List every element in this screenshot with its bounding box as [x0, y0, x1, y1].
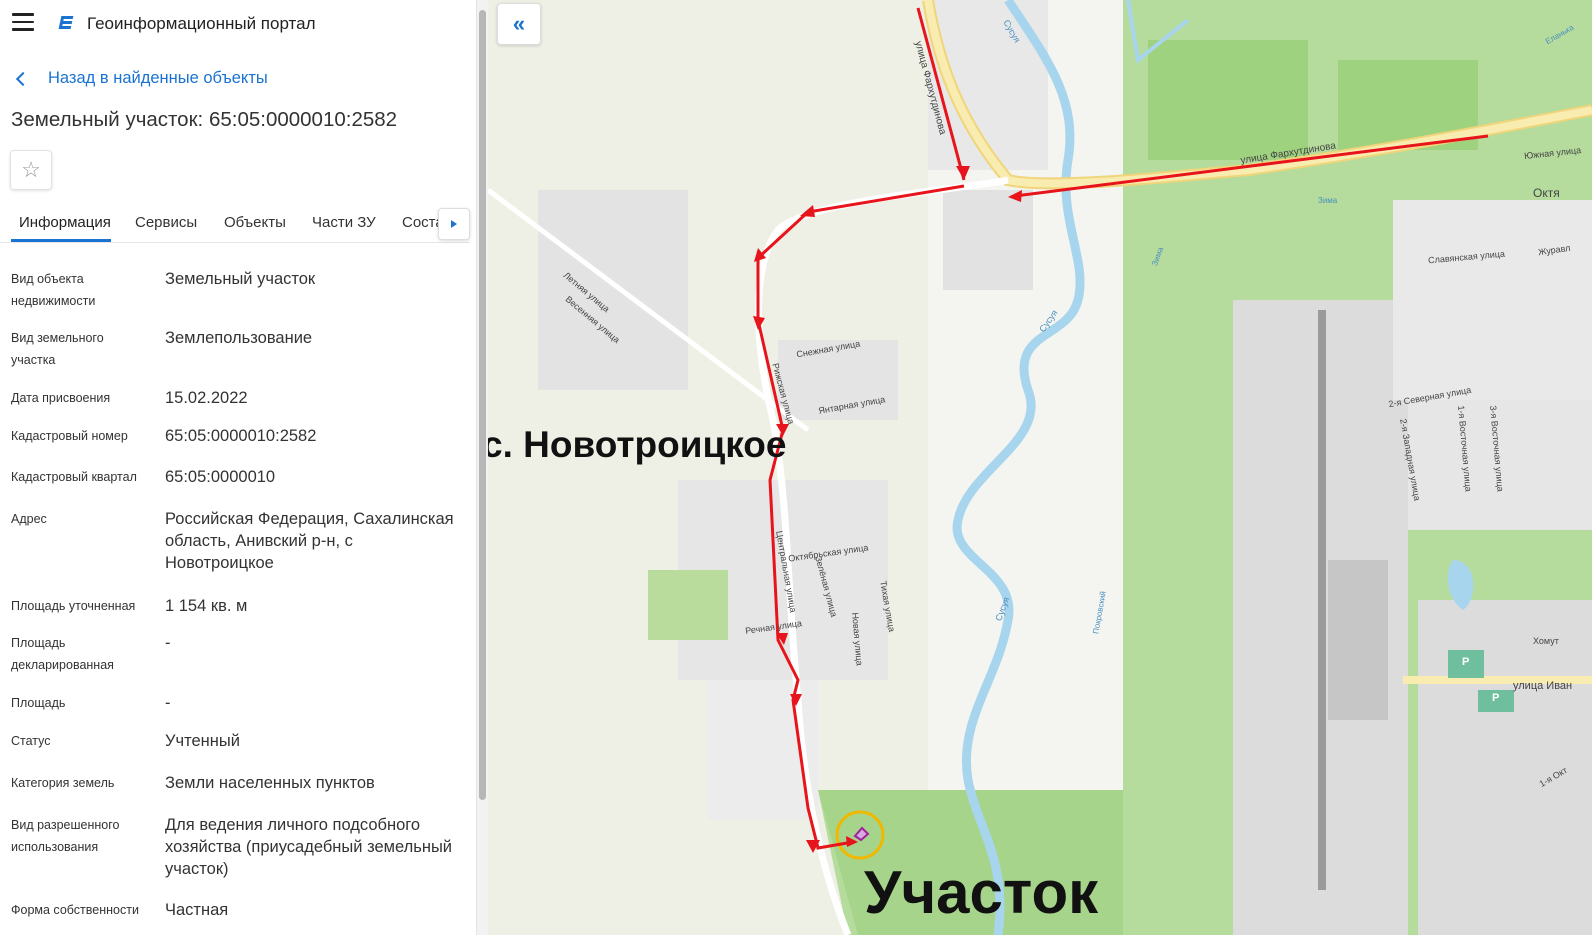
plot-label: Участок	[864, 859, 1099, 926]
field-label: Кадастровый номер	[11, 429, 128, 443]
portal-logo-icon	[58, 16, 74, 29]
field-label: Площадь	[11, 696, 66, 710]
panel-scrollbar[interactable]	[476, 0, 488, 935]
scrollbar-thumb[interactable]	[479, 10, 486, 800]
field-label: Площадь уточненная	[11, 599, 136, 613]
field-value: Частная	[165, 901, 229, 919]
tab-services[interactable]: Сервисы	[135, 214, 197, 231]
field-value: Российская Федерация, Сахалинская област…	[165, 510, 454, 572]
map-river-label: Зима	[1318, 196, 1338, 205]
field-label: Кадастровый квартал	[11, 470, 137, 484]
field-value: 65:05:0000010	[165, 468, 276, 486]
tab-bar: Информация Сервисы Объекты Части ЗУ Сост…	[0, 204, 470, 243]
caret-right-icon	[451, 220, 457, 228]
field-value: Землепользование	[165, 329, 313, 347]
field-label: Вид земельного участка	[11, 331, 104, 367]
field-value: Земельный участок	[165, 270, 316, 288]
field-label: Статус	[11, 734, 51, 748]
page-title: Земельный участок: 65:05:0000010:2582	[11, 108, 398, 131]
tabs-scroll-right-button[interactable]	[438, 208, 470, 240]
app-header: Геоинформационный портал	[0, 0, 476, 46]
map-canvas	[488, 0, 1592, 935]
field-label: Адрес	[11, 512, 47, 526]
field-value: Для ведения личного подсобного хозяйства…	[165, 816, 453, 878]
field-label: Категория земель	[11, 776, 115, 790]
parking-icon: P	[1462, 656, 1470, 668]
field-value: Учтенный	[165, 732, 240, 750]
app-title: Геоинформационный портал	[87, 14, 316, 33]
active-tab-indicator	[11, 239, 111, 242]
field-label: Площадь декларированная	[11, 636, 114, 672]
chevron-left-icon	[15, 71, 31, 86]
field-label: Дата присвоения	[11, 391, 111, 405]
field-value: 1 154 кв. м	[165, 597, 248, 615]
map-street-label: улица Иван	[1513, 680, 1573, 692]
collapse-panel-button[interactable]: «	[497, 3, 541, 45]
field-value: Земли населенных пунктов	[165, 774, 375, 792]
field-value: 15.02.2022	[165, 389, 248, 407]
field-label: Вид разрешенного использования	[11, 818, 120, 854]
map-street-label: Октя	[1533, 186, 1560, 200]
info-panel: Геоинформационный портал Назад в найденн…	[0, 0, 476, 935]
village-label: с. Новотроицкое	[488, 424, 787, 465]
map-street-label: Хомут	[1533, 636, 1559, 646]
menu-icon[interactable]	[12, 13, 34, 31]
tab-parts[interactable]: Части ЗУ	[312, 214, 376, 231]
star-icon: ☆	[21, 157, 41, 182]
back-link[interactable]: Назад в найденные объекты	[14, 69, 268, 88]
back-link-label: Назад в найденные объекты	[48, 69, 268, 87]
favorite-button[interactable]: ☆	[10, 150, 52, 190]
field-value: 65:05:0000010:2582	[165, 427, 317, 445]
field-label: Вид объекта недвижимости	[11, 272, 96, 308]
double-chevron-left-icon: «	[512, 11, 526, 36]
field-value: -	[165, 694, 171, 712]
tab-objects[interactable]: Объекты	[224, 214, 286, 231]
map-view[interactable]: « улица Фархутдинова улица Фархутдинова …	[488, 0, 1592, 935]
field-label: Форма собственности	[11, 903, 139, 917]
tab-information[interactable]: Информация	[19, 214, 111, 231]
field-value: -	[165, 634, 171, 652]
parking-icon: P	[1492, 692, 1500, 704]
